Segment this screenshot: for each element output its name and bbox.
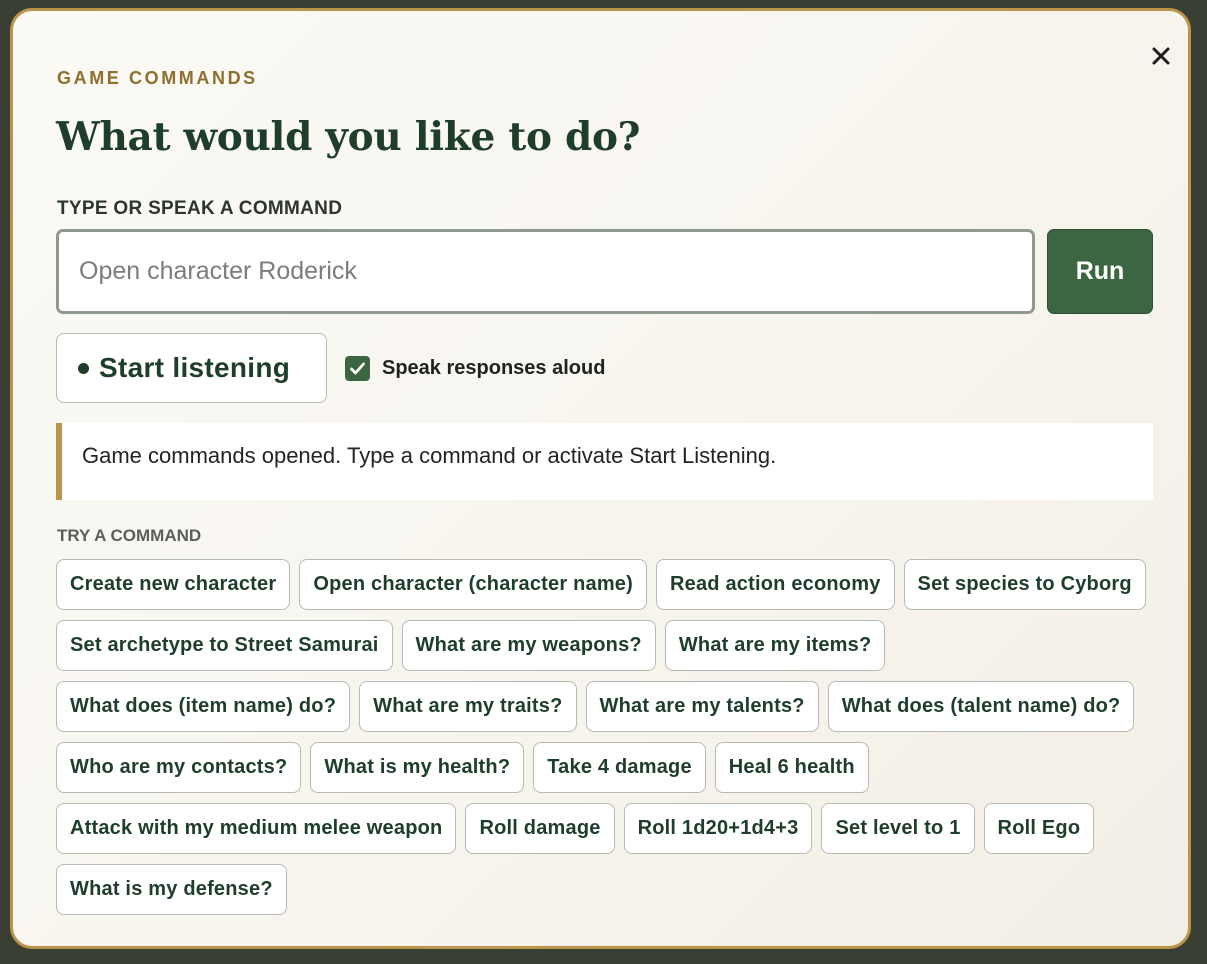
suggestion-chip[interactable]: What does (item name) do? (56, 681, 351, 732)
suggestion-chip[interactable]: Create new character (56, 559, 291, 610)
suggestion-chip[interactable]: Who are my contacts? (56, 742, 302, 793)
suggestion-chip[interactable]: What are my items? (664, 620, 886, 671)
suggestions-heading: TRY A COMMAND (57, 526, 202, 545)
suggestion-chip[interactable]: Read action economy (656, 559, 895, 610)
suggestion-chip[interactable]: Roll 1d20+1d4+3 (623, 803, 813, 854)
suggestion-chip[interactable]: What are my talents? (585, 681, 819, 732)
suggestion-chip[interactable]: What is my health? (310, 742, 525, 793)
command-input[interactable] (56, 229, 1035, 314)
suggestion-chips: Create new character Open character (cha… (56, 559, 1156, 915)
speak-responses-checkbox[interactable] (345, 356, 370, 381)
suggestion-chip[interactable]: What are my weapons? (401, 620, 656, 671)
suggestion-chip[interactable]: Set species to Cyborg (903, 559, 1146, 610)
suggestion-chip[interactable]: Set archetype to Street Samurai (56, 620, 393, 671)
listening-indicator-dot (78, 362, 89, 374)
close-button[interactable] (1143, 38, 1179, 74)
dialog-title: What would you like to do? (56, 114, 641, 160)
speak-responses-label: Speak responses aloud (382, 357, 606, 379)
start-listening-button[interactable]: Start listening (56, 333, 327, 403)
game-commands-dialog: GAME COMMANDS What would you like to do?… (10, 8, 1191, 949)
suggestion-chip[interactable]: What are my traits? (359, 681, 577, 732)
start-listening-label: Start listening (99, 352, 291, 383)
checkmark-icon (350, 362, 365, 375)
suggestion-chip[interactable]: Roll damage (465, 803, 615, 854)
suggestion-chip[interactable]: Open character (character name) (299, 559, 647, 610)
suggestion-chip[interactable]: Heal 6 health (714, 742, 869, 793)
close-icon (1152, 47, 1170, 65)
run-button[interactable]: Run (1047, 229, 1153, 314)
suggestion-chip[interactable]: What does (talent name) do? (827, 681, 1135, 732)
suggestion-chip[interactable]: Roll Ego (983, 803, 1095, 854)
speak-responses-toggle[interactable]: Speak responses aloud (345, 356, 605, 381)
status-message: Game commands opened. Type a command or … (56, 423, 1153, 500)
suggestion-chip[interactable]: Take 4 damage (533, 742, 706, 793)
suggestion-chip[interactable]: Attack with my medium melee weapon (56, 803, 457, 854)
suggestion-chip[interactable]: What is my defense? (56, 864, 287, 915)
suggestion-chip[interactable]: Set level to 1 (821, 803, 975, 854)
dialog-eyebrow: GAME COMMANDS (57, 68, 258, 88)
command-input-label: TYPE OR SPEAK A COMMAND (57, 198, 343, 219)
